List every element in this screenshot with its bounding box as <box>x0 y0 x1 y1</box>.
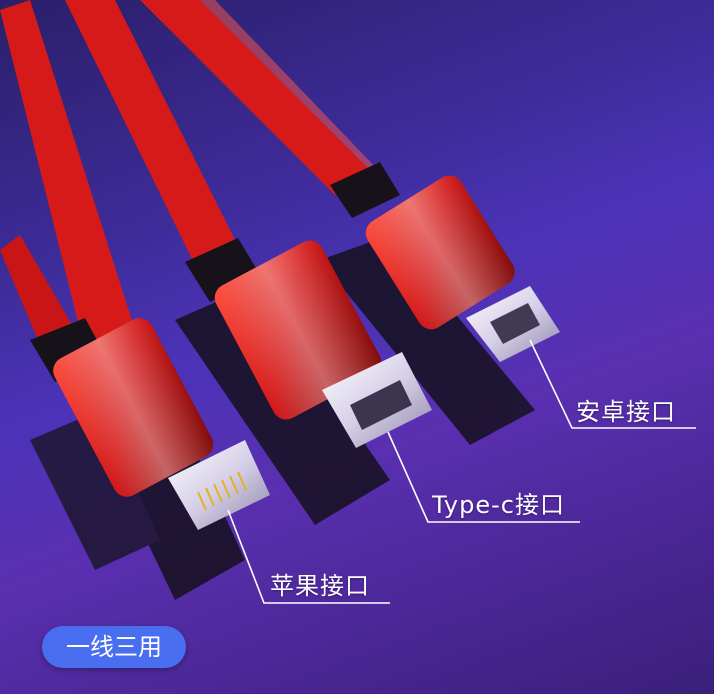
android-port-label: 安卓接口 <box>576 398 676 426</box>
three-in-one-badge: 一线三用 <box>42 626 186 668</box>
lightning-port-label: 苹果接口 <box>270 572 370 600</box>
typec-port-label: Type-c接口 <box>432 491 565 519</box>
product-image: 安卓接口 Type-c接口 苹果接口 一线三用 <box>0 0 714 694</box>
